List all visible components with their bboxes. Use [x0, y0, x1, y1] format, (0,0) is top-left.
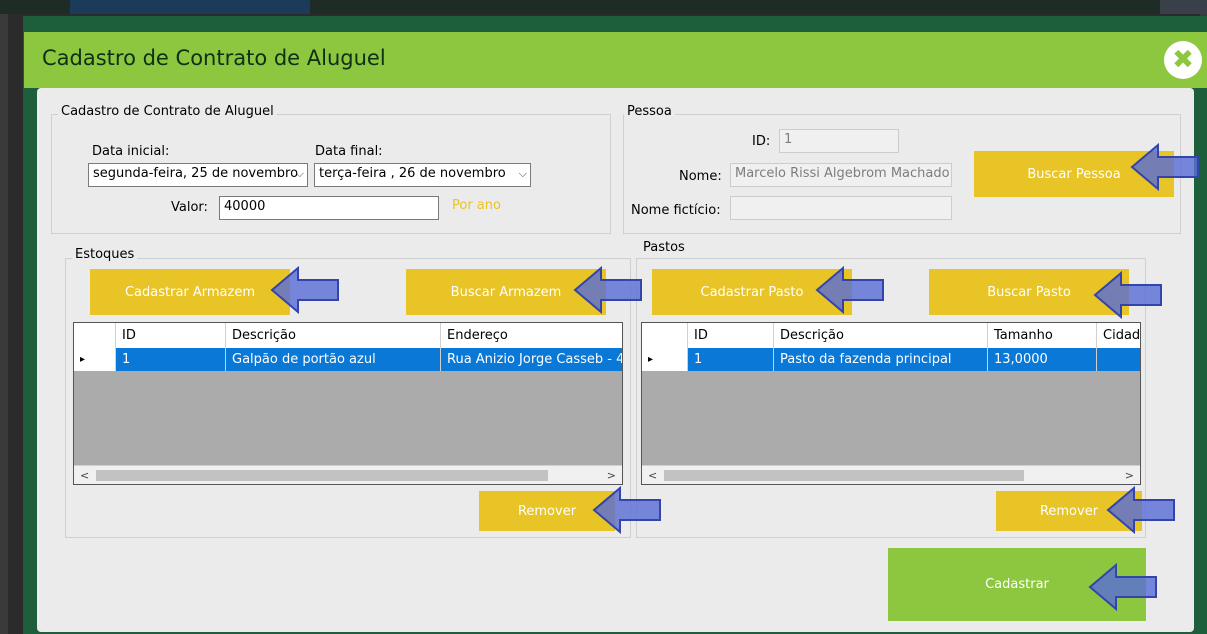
annotation-arrow-icon [1088, 562, 1157, 612]
cell-city [1096, 348, 1140, 371]
start-date-label: Data inicial: [92, 144, 170, 159]
stocks-group-title: Estoques [72, 247, 138, 262]
pastures-group-title: Pastos [640, 240, 688, 255]
table-header: ID Descrição Endereço [74, 323, 622, 349]
start-date-value: segunda-feira, 25 de novembro [93, 166, 299, 181]
window-title: Cadastro de Contrato de Aluguel [42, 46, 386, 70]
annotation-arrow-icon [573, 265, 642, 315]
column-header-description[interactable]: Descrição [225, 323, 440, 348]
close-icon[interactable]: ✖ [1164, 41, 1202, 79]
horizontal-scrollbar[interactable]: < > [642, 465, 1140, 484]
cell-id: 1 [687, 348, 773, 371]
column-header-description[interactable]: Descrição [773, 323, 987, 348]
person-group-title: Pessoa [624, 104, 675, 119]
background-left-edge [0, 14, 8, 634]
scroll-right-icon[interactable]: > [607, 466, 616, 484]
chevron-down-icon: ⌵ [518, 167, 527, 180]
cell-id: 1 [115, 348, 225, 371]
person-fantasy-field [730, 196, 952, 220]
period-label: Por ano [452, 198, 501, 213]
annotation-arrow-icon [815, 265, 884, 315]
annotation-arrow-icon [270, 265, 339, 315]
table-row[interactable]: ▸ 1 Pasto da fazenda principal 13,0000 [642, 348, 1140, 371]
scroll-left-icon[interactable]: < [648, 466, 657, 484]
cell-size: 13,0000 [987, 348, 1096, 371]
stocks-table[interactable]: ID Descrição Endereço ▸ 1 Galpão de port… [73, 322, 623, 485]
person-id-label: ID: [752, 134, 771, 149]
scrollbar-thumb[interactable] [664, 470, 1024, 481]
column-header-address[interactable]: Endereço [440, 323, 622, 348]
value-label: Valor: [171, 200, 208, 215]
table-row[interactable]: ▸ 1 Galpão de portão azul Rua Anizio Jor… [74, 348, 622, 371]
row-header-corner [642, 323, 687, 348]
annotation-arrow-icon [592, 485, 661, 535]
register-warehouse-button[interactable]: Cadastrar Armazem [90, 269, 290, 315]
person-id-field: 1 [779, 129, 899, 153]
row-header-corner [74, 323, 115, 348]
pastures-table[interactable]: ID Descrição Tamanho Cidad ▸ 1 Pasto da … [641, 322, 1141, 485]
annotation-arrow-icon [1093, 270, 1162, 320]
value-input[interactable]: 40000 [219, 196, 439, 220]
annotation-arrow-icon [1106, 485, 1175, 535]
scroll-left-icon[interactable]: < [80, 466, 89, 484]
cell-description: Galpão de portão azul [225, 348, 440, 371]
chevron-down-icon: ⌵ [295, 167, 304, 180]
person-fantasy-label: Nome fictício: [631, 203, 721, 218]
contract-group-title: Cadastro de Contrato de Aluguel [58, 104, 277, 119]
table-header: ID Descrição Tamanho Cidad [642, 323, 1140, 349]
start-date-picker[interactable]: segunda-feira, 25 de novembro ⌵ [88, 163, 308, 187]
end-date-value: terça-feira , 26 de novembro [319, 166, 506, 181]
person-name-field: Marcelo Rissi Algebrom Machado [730, 163, 952, 187]
cell-address: Rua Anizio Jorge Casseb - 4 [440, 348, 622, 371]
column-header-city[interactable]: Cidad [1096, 323, 1140, 348]
scroll-right-icon[interactable]: > [1125, 466, 1134, 484]
column-header-size[interactable]: Tamanho [987, 323, 1096, 348]
row-marker-icon: ▸ [642, 348, 687, 371]
end-date-picker[interactable]: terça-feira , 26 de novembro ⌵ [314, 163, 531, 187]
column-header-id[interactable]: ID [115, 323, 225, 348]
person-name-label: Nome: [679, 169, 722, 184]
end-date-label: Data final: [315, 144, 383, 159]
row-marker-icon: ▸ [74, 348, 115, 371]
annotation-arrow-icon [1130, 142, 1199, 192]
column-header-id[interactable]: ID [687, 323, 773, 348]
scrollbar-thumb[interactable] [96, 470, 548, 481]
cell-description: Pasto da fazenda principal [773, 348, 987, 371]
background-desktop [0, 0, 1207, 14]
horizontal-scrollbar[interactable]: < > [74, 465, 622, 484]
